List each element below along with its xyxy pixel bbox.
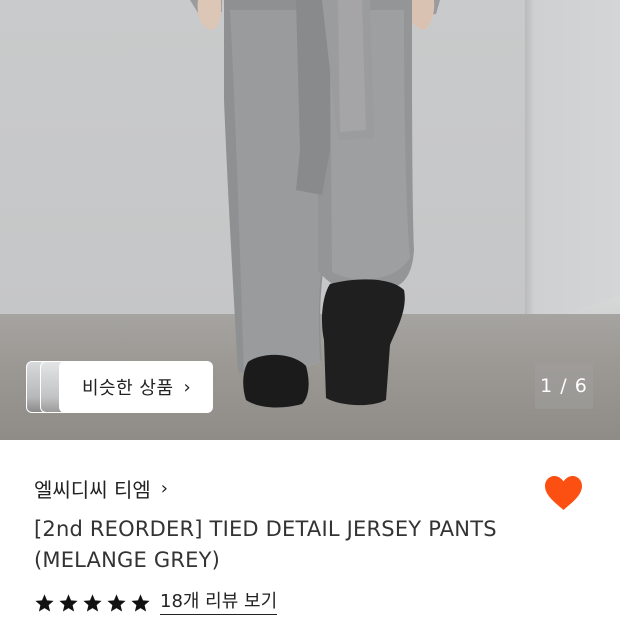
star-icon [107,593,126,612]
star-icon [131,593,150,612]
star-icon [59,593,78,612]
rating-stars [34,593,151,614]
star-icon [35,593,54,612]
product-title: [2nd REORDER] TIED DETAIL JERSEY PANTS (… [34,517,497,572]
chevron-right-icon: › [183,376,192,398]
rating-row: 18개 리뷰 보기 [34,591,278,615]
brand-link[interactable]: 엘씨디씨 티엠 › [34,474,168,503]
heart-icon[interactable] [543,474,584,512]
review-link[interactable]: 18개 리뷰 보기 [160,591,278,615]
similar-products-label: 비슷한 상품 [82,378,174,399]
similar-products-button[interactable]: 비슷한 상품 › [59,361,213,413]
image-counter: 1 / 6 [535,363,593,409]
star-icon [83,593,102,612]
product-image-carousel[interactable]: 비슷한 상품 › 1 / 6 [0,0,620,440]
brand-name: 엘씨디씨 티엠 [34,478,151,502]
chevron-right-icon: › [160,478,168,499]
